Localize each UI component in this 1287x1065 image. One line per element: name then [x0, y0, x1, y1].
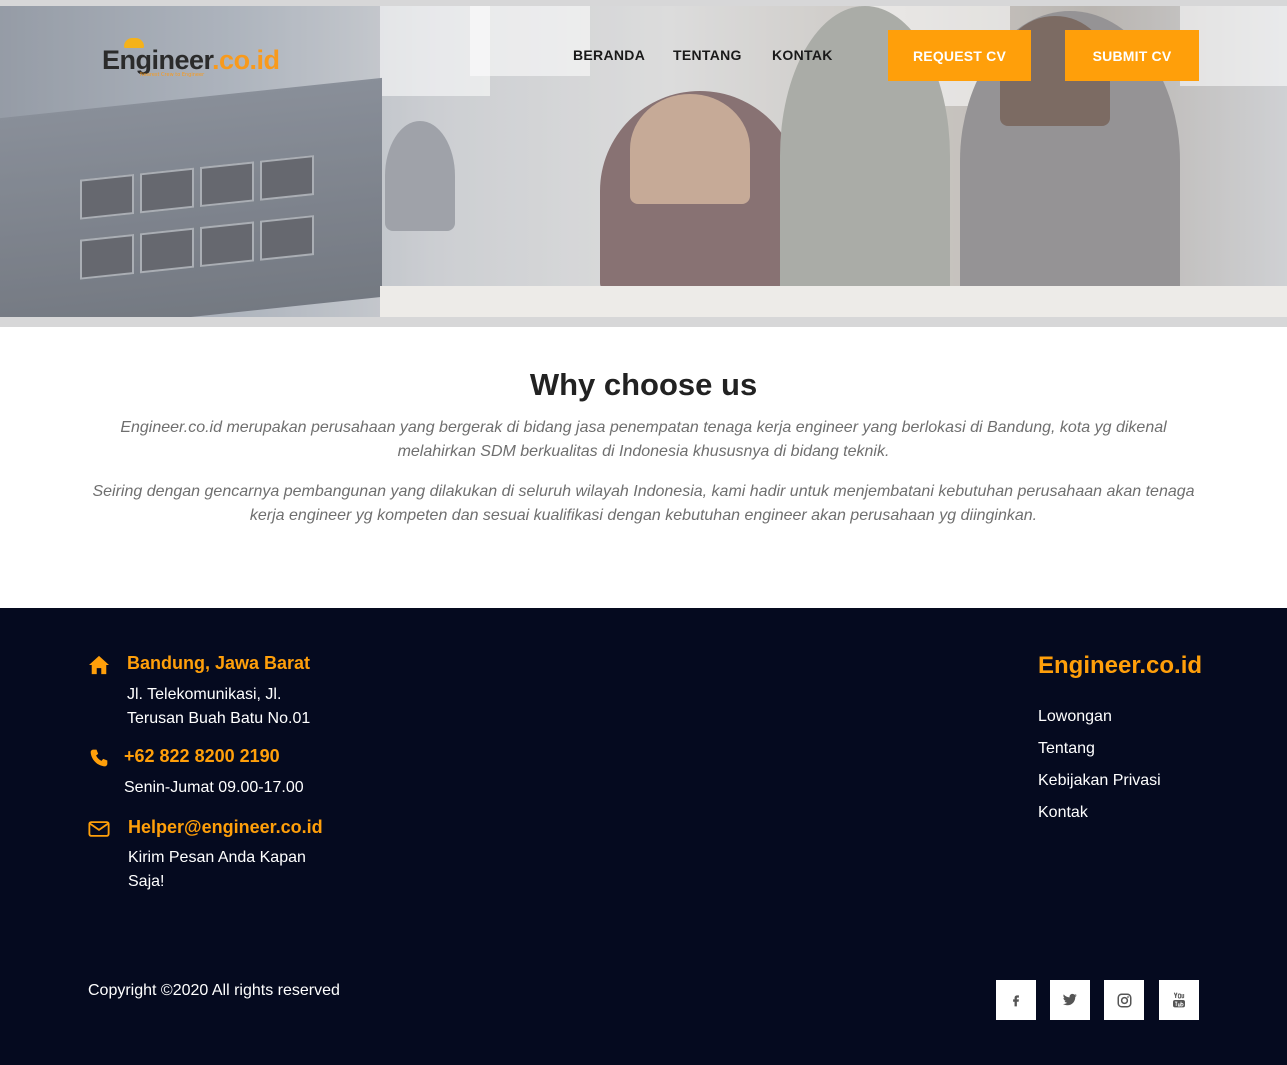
footer-link-kontak[interactable]: Kontak	[1038, 804, 1088, 822]
logo-main: Engineer	[102, 45, 213, 75]
footer-link-tentang[interactable]: Tentang	[1038, 740, 1095, 758]
instagram-button[interactable]	[1104, 980, 1144, 1020]
phone-number[interactable]: +62 822 8200 2190	[124, 746, 280, 767]
nav-link-beranda[interactable]: BERANDA	[573, 47, 645, 63]
logo-accent: .co.id	[212, 45, 280, 75]
address-title: Bandung, Jawa Barat	[127, 653, 311, 673]
footer-brand-title: Engineer.co.id	[1038, 652, 1203, 679]
email-address[interactable]: Helper@engineer.co.id	[128, 817, 323, 838]
copyright-text: Copyright ©2020 All rights reserved	[88, 982, 340, 999]
instagram-icon	[1117, 993, 1131, 1007]
helmet-icon	[124, 38, 144, 48]
facebook-icon	[1013, 995, 1019, 1007]
address-line-1: Jl. Telekomunikasi, Jl.	[127, 686, 282, 703]
youtube-icon	[1173, 992, 1185, 1008]
submit-cv-button[interactable]: SUBMIT CV	[1065, 30, 1199, 81]
footer-link-kebijakan-privasi[interactable]: Kebijakan Privasi	[1038, 772, 1161, 790]
request-cv-button[interactable]: REQUEST CV	[888, 30, 1031, 81]
phone-icon	[90, 749, 108, 767]
office-hours: Senin-Jumat 09.00-17.00	[124, 779, 304, 796]
email-line-1: Kirim Pesan Anda Kapan	[128, 849, 306, 866]
envelope-icon	[88, 821, 110, 837]
why-paragraph-1: Engineer.co.id merupakan perusahaan yang…	[120, 419, 1167, 460]
email-line-2: Saja!	[128, 873, 165, 890]
site-logo[interactable]: Engineer.co.id Nearest Crew to Engineer	[102, 38, 280, 82]
logo-tagline: Nearest Crew to Engineer	[140, 72, 205, 78]
home-icon	[89, 655, 109, 675]
nav-link-kontak[interactable]: KONTAK	[772, 47, 833, 63]
why-paragraph-2: Seiring dengan gencarnya pembangunan yan…	[92, 483, 1195, 524]
address-line-2: Terusan Buah Batu No.01	[127, 710, 311, 727]
nav-link-tentang[interactable]: TENTANG	[673, 47, 742, 63]
twitter-button[interactable]	[1050, 980, 1090, 1020]
twitter-icon	[1062, 993, 1077, 1006]
footer-link-lowongan[interactable]: Lowongan	[1038, 708, 1112, 726]
facebook-button[interactable]	[996, 980, 1036, 1020]
why-title: Why choose us	[529, 367, 758, 402]
youtube-button[interactable]	[1159, 980, 1199, 1020]
